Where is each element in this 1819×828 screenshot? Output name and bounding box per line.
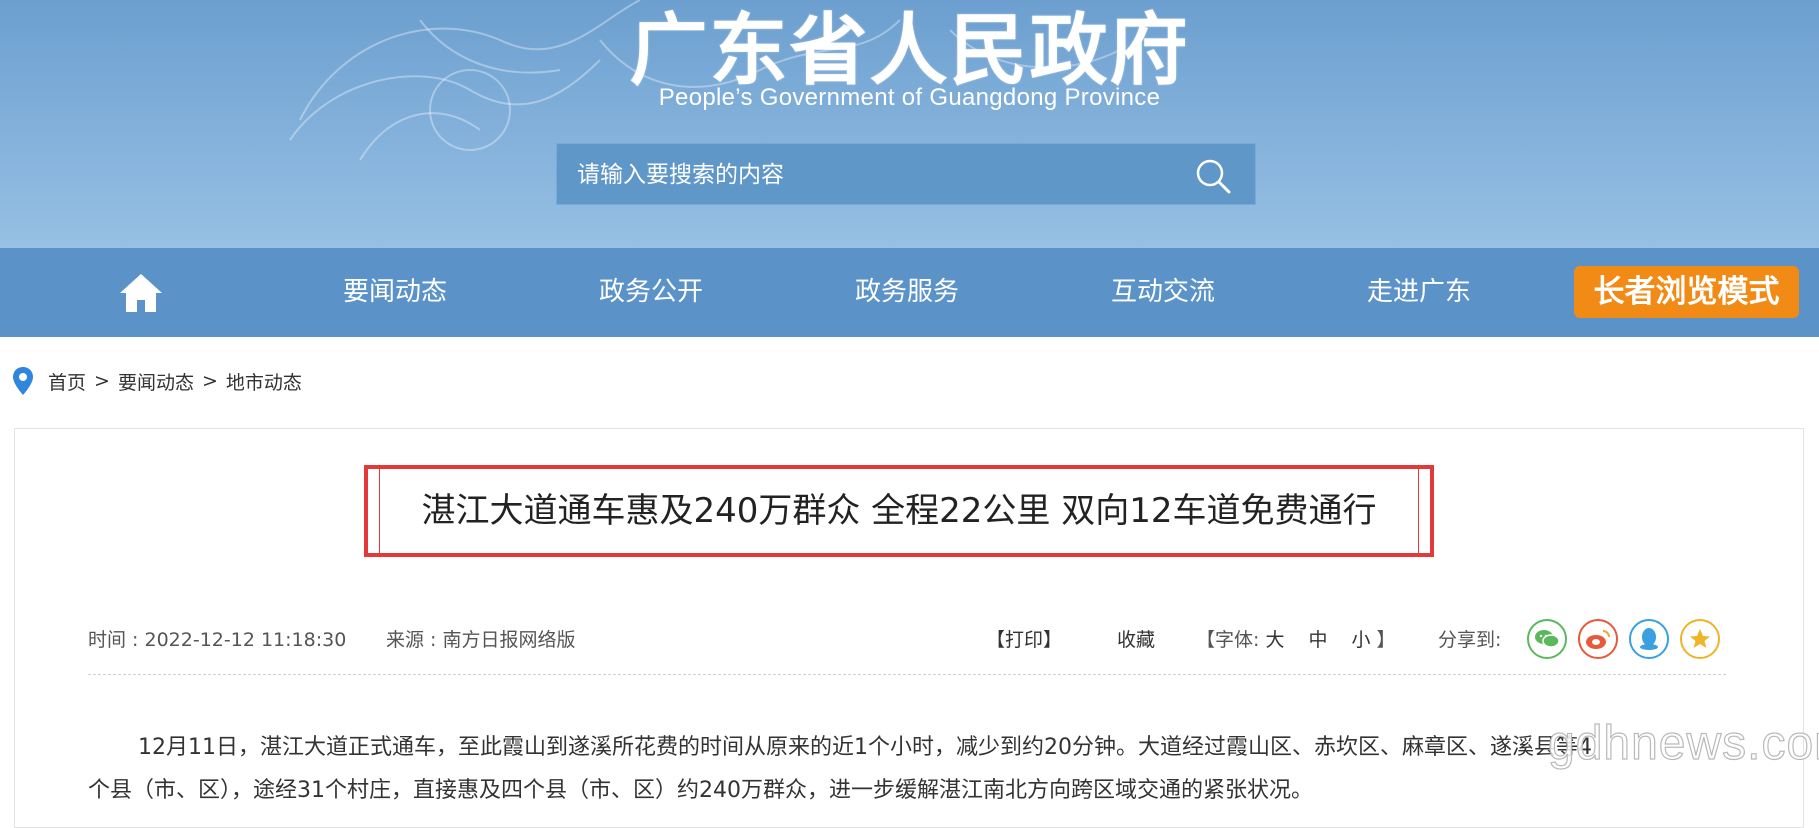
source-label: 来源 : <box>386 629 443 651</box>
breadcrumb: 首页 > 要闻动态 > 地市动态 <box>12 366 302 396</box>
nav-item-interaction[interactable]: 互动交流 <box>1111 248 1215 337</box>
search-icon[interactable] <box>1193 156 1233 196</box>
nav-item-news[interactable]: 要闻动态 <box>343 248 447 337</box>
meta-divider <box>88 674 1726 675</box>
article-source: 来源 : 南方日报网络版 <box>386 624 576 656</box>
article-body: 12月11日，湛江大道正式通车，至此霞山到遂溪所花费的时间从原来的近1个小时，减… <box>88 726 1788 812</box>
paragraph-line: 12月11日，湛江大道正式通车，至此霞山到遂溪所花费的时间从原来的近1个小时，减… <box>138 735 1592 760</box>
print-link[interactable]: 【打印】 <box>986 624 1062 656</box>
time-value: 2022-12-12 11:18:30 <box>144 629 347 651</box>
favorite-link[interactable]: 收藏 <box>1117 624 1155 656</box>
article-time: 时间 : 2022-12-12 11:18:30 <box>88 624 346 656</box>
breadcrumb-local-news[interactable]: 地市动态 <box>226 368 302 395</box>
nav-item-government-affairs[interactable]: 政务公开 <box>599 248 703 337</box>
main-nav: 要闻动态 政务公开 政务服务 互动交流 走进广东 <box>0 248 1819 337</box>
search-box <box>556 143 1256 206</box>
search-input[interactable] <box>575 144 1139 206</box>
share-label: 分享到: <box>1438 629 1502 651</box>
font-size-small[interactable]: 小 <box>1351 629 1370 651</box>
site-subtitle: People’s Government of Guangdong Provinc… <box>658 84 1161 111</box>
weibo-icon[interactable] <box>1578 619 1618 659</box>
nav-item-services[interactable]: 政务服务 <box>855 248 959 337</box>
home-icon[interactable] <box>118 272 164 314</box>
article-title: 湛江大道通车惠及240万群众 全程22公里 双向12车道免费通行 <box>421 491 1377 531</box>
breadcrumb-separator: > <box>94 370 110 392</box>
time-label: 时间 : <box>88 629 145 651</box>
breadcrumb-home[interactable]: 首页 <box>48 368 86 395</box>
breadcrumb-separator: > <box>201 370 218 392</box>
qzone-star-icon[interactable] <box>1680 619 1720 659</box>
location-pin-icon <box>13 367 33 395</box>
source-value: 南方日报网络版 <box>442 629 576 651</box>
watermark: gdhnews.com <box>1547 716 1819 770</box>
font-size-large[interactable]: 大 <box>1265 629 1284 651</box>
font-size-label: 【字体: <box>1196 629 1266 651</box>
font-size-medium[interactable]: 中 <box>1308 629 1327 651</box>
font-size-close: 】 <box>1370 629 1396 651</box>
paragraph-line: 个县（市、区），途经31个村庄，直接惠及四个县（市、区）约240万群众，进一步缓… <box>88 778 1313 803</box>
wechat-icon[interactable] <box>1527 619 1567 659</box>
elder-mode-button[interactable]: 长者浏览模式 <box>1574 266 1799 318</box>
breadcrumb-news[interactable]: 要闻动态 <box>118 368 194 395</box>
qq-icon[interactable] <box>1629 619 1669 659</box>
header-banner: 广东省人民政府 People’s Government of Guangdong… <box>0 0 1819 248</box>
nav-item-about-guangdong[interactable]: 走进广东 <box>1367 248 1471 337</box>
font-size-control: 【字体: 大 中 小 】 <box>1196 624 1396 656</box>
